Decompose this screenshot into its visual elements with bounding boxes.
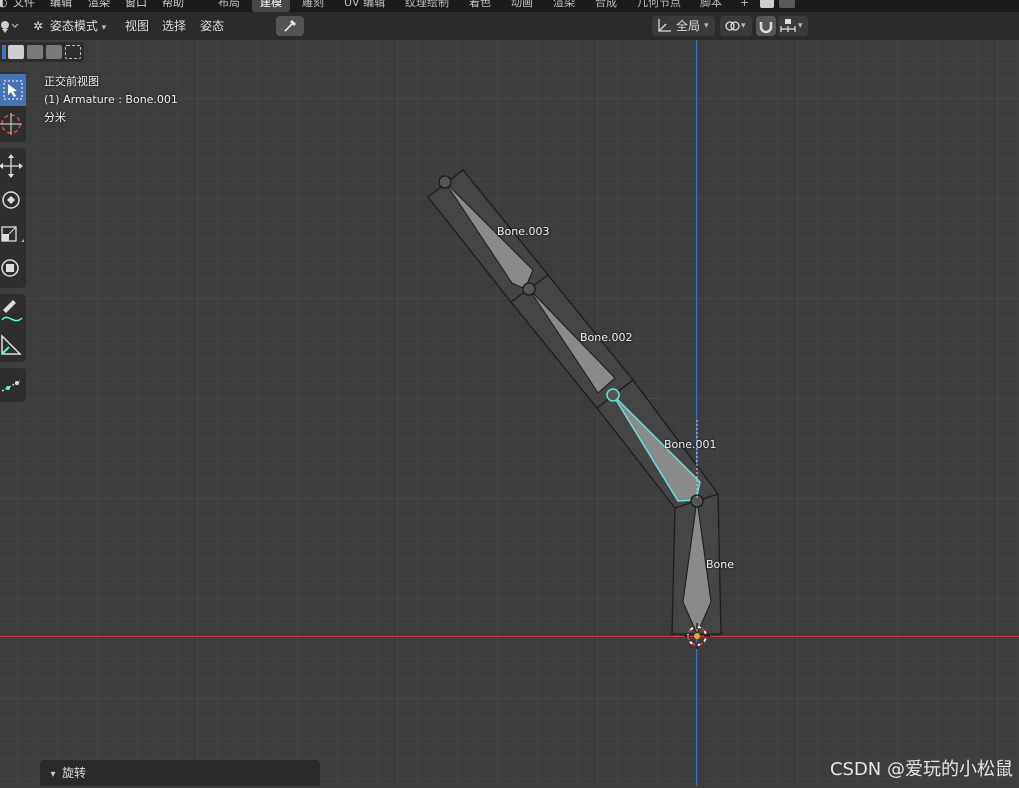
chevron-down-icon: ▾ [50,769,56,780]
bone-002-label: Bone.002 [580,331,633,344]
bone-003-tail-joint[interactable] [438,175,452,189]
armature [427,169,722,649]
bone-label: Bone [706,558,735,571]
bone-001-tail-joint[interactable] [606,388,620,402]
watermark: CSDN @爱玩的小松鼠 [829,759,1013,780]
redo-panel-title: 旋转 [62,766,87,780]
redo-panel[interactable]: ▾ 旋转 [40,760,320,786]
bone-003-label: Bone.003 [497,225,550,238]
bone-002-tail-joint[interactable] [522,282,536,296]
bone-001-label: Bone.001 [664,438,717,451]
